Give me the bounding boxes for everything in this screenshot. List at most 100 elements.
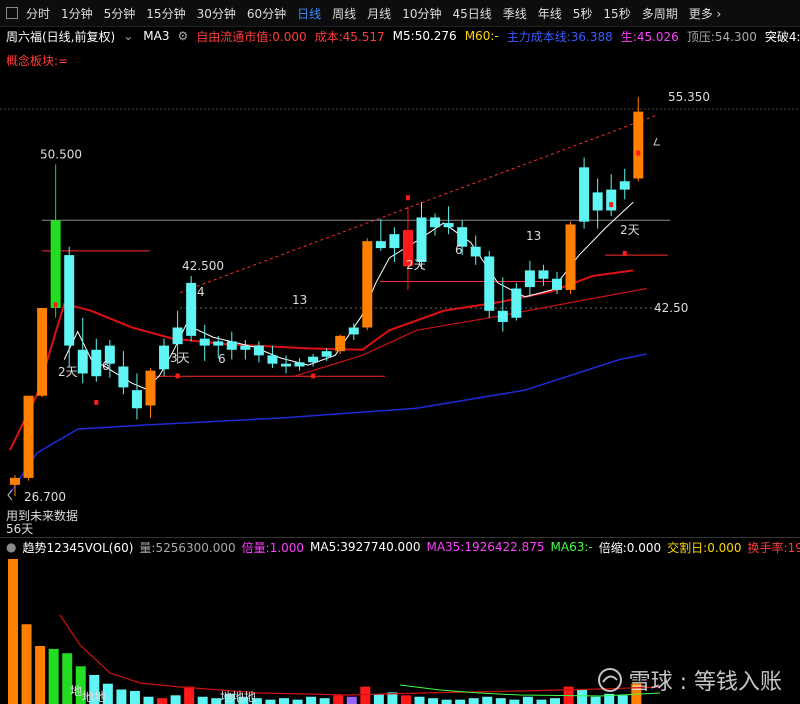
volume-bar[interactable] (35, 646, 46, 704)
candle[interactable] (37, 307, 48, 398)
tab-15[interactable]: 多周期 (642, 5, 678, 22)
candle[interactable] (131, 373, 142, 420)
candle[interactable] (375, 218, 386, 251)
volume-bar[interactable] (522, 696, 533, 704)
tab-0[interactable]: 分时 (26, 5, 50, 22)
volume-bar[interactable] (333, 695, 344, 704)
volume-bar[interactable] (441, 699, 452, 704)
volume-bar[interactable] (346, 696, 357, 704)
candle[interactable] (91, 338, 102, 382)
volume-bar[interactable] (8, 559, 18, 704)
volume-bar[interactable] (48, 648, 59, 704)
candle[interactable] (511, 282, 522, 321)
candle-body (50, 220, 61, 308)
tab-3[interactable]: 15分钟 (146, 5, 185, 22)
stock-title[interactable]: 周六福(日线,前复权) (6, 28, 115, 45)
tab-9[interactable]: 10分钟 (402, 5, 441, 22)
candle[interactable] (348, 323, 359, 341)
chevron-down-icon[interactable]: ⌄ (123, 29, 133, 43)
gear-icon[interactable]: ⚙ (177, 29, 188, 43)
volume-bar[interactable] (455, 699, 466, 704)
candle[interactable] (145, 367, 156, 419)
candlestick-chart[interactable]: 55.350 50.500 42.500 42.50 26.700 用到未来数据56天 2天… (0, 46, 800, 537)
volume-bar[interactable] (617, 695, 628, 704)
candle[interactable] (10, 475, 20, 496)
tab-1[interactable]: 1分钟 (61, 5, 93, 22)
candle[interactable] (633, 97, 644, 182)
volume-bar[interactable] (184, 686, 195, 704)
candle[interactable] (538, 264, 549, 286)
volume-bar[interactable] (279, 698, 289, 704)
candle[interactable] (335, 334, 346, 354)
candle[interactable] (267, 345, 278, 368)
volume-bar[interactable] (550, 698, 560, 704)
volume-bar[interactable] (129, 690, 140, 704)
volume-bar[interactable] (143, 696, 154, 704)
tab-2[interactable]: 5分钟 (104, 5, 136, 22)
volume-bar[interactable] (170, 695, 181, 704)
volume-bar[interactable] (116, 689, 127, 704)
candle[interactable] (118, 351, 129, 395)
candle[interactable] (430, 213, 441, 236)
tab-6[interactable]: 日线 (297, 5, 321, 22)
tab-8[interactable]: 月线 (367, 5, 391, 22)
info-item-label: 自由流通市值: (196, 29, 273, 44)
candle[interactable] (579, 157, 590, 229)
tab-16[interactable]: 更多 › (689, 5, 722, 22)
volume-bar[interactable] (577, 689, 588, 704)
volume-bar[interactable] (468, 698, 479, 704)
volume-bar[interactable] (428, 698, 439, 704)
tab-13[interactable]: 5秒 (573, 5, 593, 22)
volume-bar[interactable] (590, 696, 601, 704)
candle[interactable] (159, 338, 170, 377)
tab-11[interactable]: 季线 (503, 5, 527, 22)
tab-5[interactable]: 60分钟 (247, 5, 286, 22)
volume-bar[interactable] (414, 696, 425, 704)
candle[interactable] (240, 340, 251, 360)
tab-10[interactable]: 45日线 (452, 5, 491, 22)
tab-14[interactable]: 15秒 (603, 5, 630, 22)
candle[interactable] (402, 206, 413, 290)
info-item-1: 成本:45.517 (315, 28, 385, 45)
settings-dot-icon[interactable]: ● (6, 540, 16, 554)
candle[interactable] (606, 174, 617, 217)
candle[interactable] (77, 317, 88, 384)
tab-12[interactable]: 年线 (538, 5, 562, 22)
candle[interactable] (253, 341, 264, 363)
ma-label[interactable]: MA3 (143, 29, 169, 43)
candle[interactable] (592, 178, 603, 229)
volume-bar[interactable] (373, 693, 384, 704)
candle[interactable] (524, 260, 535, 297)
volume-bar[interactable] (495, 698, 506, 704)
candle[interactable] (64, 246, 75, 367)
candle[interactable] (23, 395, 34, 481)
candle[interactable] (199, 324, 210, 361)
volume-bar[interactable] (400, 695, 411, 704)
candle[interactable] (226, 331, 237, 360)
volume-indicator-name[interactable]: 趋势12345VOL(60) (22, 539, 133, 556)
volume-bar[interactable] (197, 696, 208, 704)
volume-bar[interactable] (21, 624, 32, 704)
candle[interactable] (321, 348, 332, 361)
candle[interactable] (619, 168, 630, 200)
candle[interactable] (50, 164, 61, 318)
candle[interactable] (497, 277, 508, 332)
tab-7[interactable]: 周线 (332, 5, 356, 22)
toolbar-checkbox[interactable] (6, 7, 18, 19)
candle[interactable] (484, 250, 495, 318)
volume-bar[interactable] (360, 686, 371, 704)
candle[interactable] (470, 235, 481, 265)
tab-4[interactable]: 30分钟 (197, 5, 236, 22)
volume-bar[interactable] (292, 699, 303, 704)
volume-bar[interactable] (265, 699, 276, 704)
volume-bar[interactable] (482, 696, 493, 704)
candle[interactable] (294, 358, 305, 371)
volume-bar[interactable] (157, 698, 168, 704)
volume-bar[interactable] (509, 699, 520, 704)
candle[interactable] (362, 238, 373, 331)
volume-bar[interactable] (536, 699, 547, 704)
volume-bar[interactable] (319, 698, 330, 704)
candle[interactable] (186, 275, 197, 342)
candle[interactable] (565, 221, 576, 295)
volume-bar[interactable] (306, 696, 317, 704)
